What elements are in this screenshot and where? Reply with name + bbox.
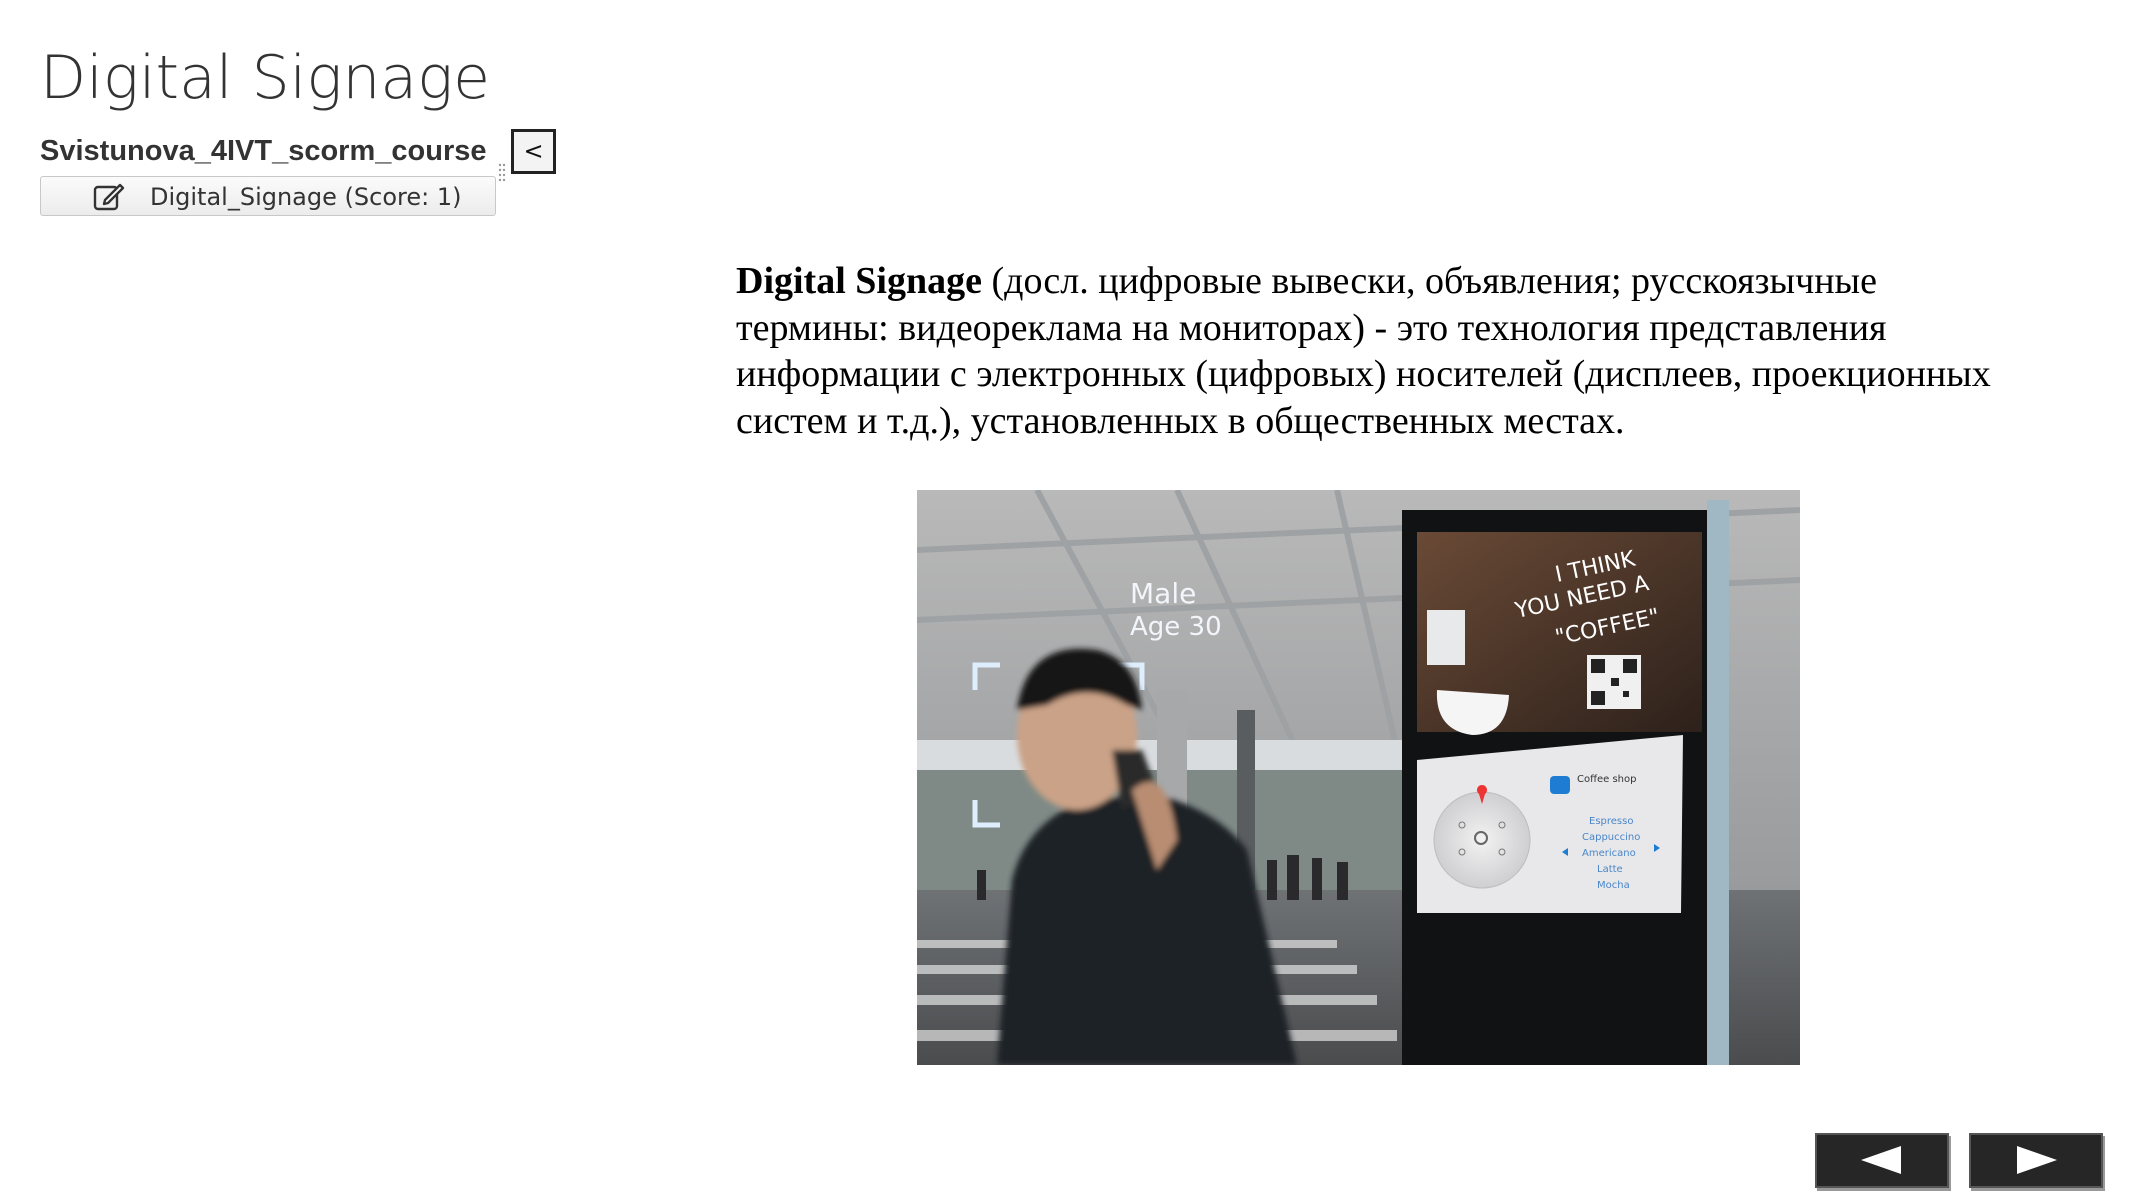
toc-item-digital-signage[interactable]: Digital_Signage (Score: 1) (40, 176, 496, 216)
previous-page-button[interactable] (1815, 1133, 1949, 1188)
toc-item-label: Digital_Signage (Score: 1) (150, 183, 462, 211)
menu-item: Cappuccino (1582, 832, 1640, 843)
menu-item: Espresso (1589, 816, 1633, 827)
course-title: Svistunova_4IVT_scorm_course (40, 135, 487, 167)
collapse-toc-button[interactable]: < (511, 129, 556, 174)
edit-icon (93, 183, 125, 211)
overlay-gender: Male (1130, 577, 1196, 610)
content-paragraph: Digital Signage (досл. цифровые вывески,… (736, 258, 2006, 444)
resize-grip-icon[interactable] (497, 162, 507, 182)
overlay-age: Age 30 (1130, 612, 1222, 642)
triangle-left-icon (1861, 1146, 1901, 1174)
page-title: Digital Signage (40, 43, 491, 113)
menu-item: Latte (1597, 864, 1623, 875)
shop-name: Coffee shop (1577, 774, 1637, 785)
coffee-cup-icon (1550, 776, 1570, 794)
digital-signage-photo: Male Age 30 I THINK YOU NEED A "COFFEE" (917, 490, 1800, 1065)
course-toc: Svistunova_4IVT_scorm_course Digital_Sig… (40, 128, 510, 216)
term-bold: Digital Signage (736, 260, 982, 302)
triangle-right-icon (2017, 1146, 2057, 1174)
photo-illustration: Male Age 30 I THINK YOU NEED A "COFFEE" (917, 490, 1800, 1065)
menu-item: Americano (1582, 848, 1636, 859)
menu-item: Mocha (1597, 880, 1630, 891)
next-page-button[interactable] (1969, 1133, 2103, 1188)
